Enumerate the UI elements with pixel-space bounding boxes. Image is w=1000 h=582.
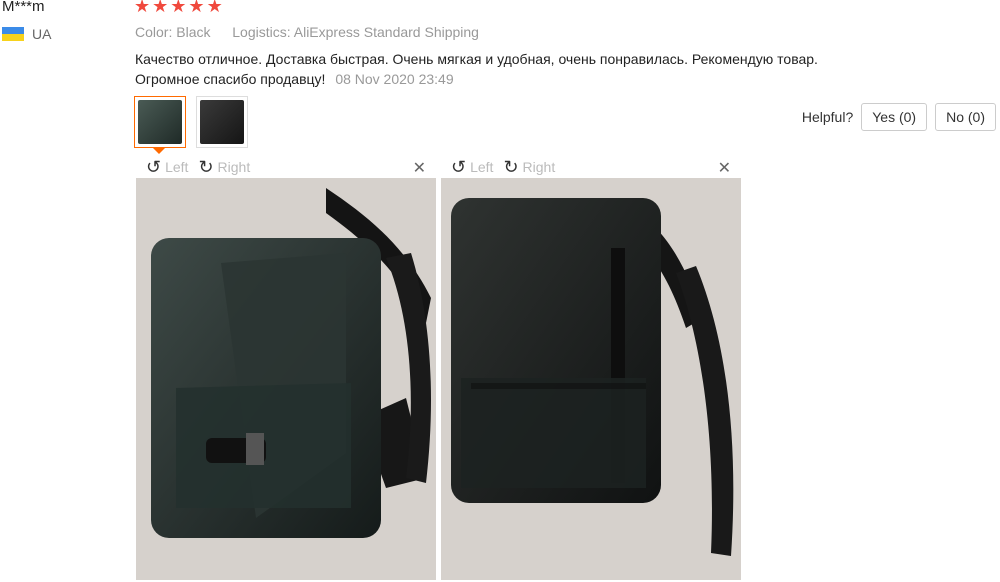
rotate-right-icon: ↻ bbox=[503, 157, 519, 177]
rotate-left-label: Left bbox=[470, 159, 494, 175]
image-viewer-1: ↺ Left ↻ Right ✕ bbox=[136, 156, 436, 580]
review-thumbnails bbox=[134, 96, 248, 154]
country-code: UA bbox=[32, 26, 52, 42]
review-line-2: Огромное спасибо продавцу! bbox=[135, 71, 326, 87]
close-icon[interactable]: ✕ bbox=[413, 158, 426, 178]
order-info: Color: Black Logistics: AliExpress Stand… bbox=[135, 24, 479, 40]
helpful-no-button[interactable]: No (0) bbox=[935, 103, 996, 131]
rotate-right-button[interactable]: ↻ Right bbox=[503, 158, 555, 176]
color-label: Color: bbox=[135, 24, 173, 40]
user-name: M***m bbox=[2, 0, 45, 15]
viewer-toolbar: ↺ Left ↻ Right ✕ bbox=[441, 156, 741, 178]
star-icon: ★ bbox=[170, 0, 187, 16]
rotate-left-icon: ↺ bbox=[146, 157, 162, 177]
review-date: 08 Nov 2020 23:49 bbox=[335, 71, 454, 87]
helpful-label: Helpful? bbox=[801, 109, 854, 125]
logistics-label: Logistics: bbox=[232, 24, 291, 40]
star-icon: ★ bbox=[206, 0, 223, 16]
star-icon: ★ bbox=[188, 0, 205, 16]
helpful-yes-button[interactable]: Yes (0) bbox=[861, 103, 928, 131]
rotate-left-icon: ↺ bbox=[451, 157, 467, 177]
close-icon[interactable]: ✕ bbox=[718, 158, 731, 178]
review-text: Качество отличное. Доставка быстрая. Оче… bbox=[135, 49, 895, 89]
review-photo-back[interactable] bbox=[441, 178, 741, 580]
rotate-right-icon: ↻ bbox=[198, 157, 214, 177]
thumbnail-1[interactable] bbox=[134, 96, 186, 154]
image-viewer-2: ↺ Left ↻ Right ✕ bbox=[441, 156, 741, 580]
star-icon: ★ bbox=[152, 0, 169, 16]
ukraine-flag-icon bbox=[2, 27, 24, 41]
review-line-1: Качество отличное. Доставка быстрая. Оче… bbox=[135, 51, 818, 67]
helpful-widget: Helpful? Yes (0) No (0) bbox=[802, 103, 996, 131]
rotate-right-button[interactable]: ↻ Right bbox=[198, 158, 250, 176]
rotate-left-button[interactable]: ↺ Left bbox=[451, 158, 493, 176]
star-icon: ★ bbox=[134, 0, 151, 16]
rotate-right-label: Right bbox=[522, 159, 556, 175]
logistics-value: AliExpress Standard Shipping bbox=[293, 24, 479, 40]
color-value: Black bbox=[176, 24, 211, 40]
viewer-toolbar: ↺ Left ↻ Right ✕ bbox=[136, 156, 436, 178]
rotate-left-button[interactable]: ↺ Left bbox=[146, 158, 188, 176]
thumbnail-2[interactable] bbox=[196, 96, 248, 148]
rating-stars: ★ ★ ★ ★ ★ bbox=[134, 0, 223, 15]
review-photo-front[interactable] bbox=[136, 178, 436, 580]
user-country: UA bbox=[2, 26, 51, 42]
rotate-left-label: Left bbox=[165, 159, 189, 175]
rotate-right-label: Right bbox=[217, 159, 251, 175]
